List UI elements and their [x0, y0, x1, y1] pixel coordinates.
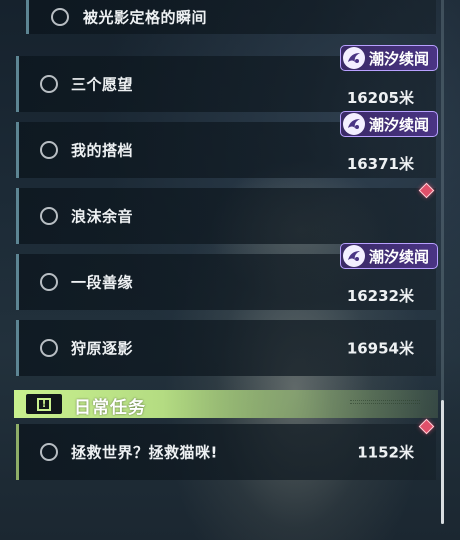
tide-emblem-icon — [343, 113, 365, 135]
quest-distance: 16205米 — [346, 89, 414, 107]
quest-name: 一段善缘 — [71, 273, 134, 292]
quest-row-0[interactable]: 被光影定格的瞬间 — [26, 0, 436, 34]
quest-name: 被光影定格的瞬间 — [83, 8, 208, 27]
status-circle-icon — [51, 8, 69, 26]
status-circle-icon — [40, 273, 58, 291]
tide-event-badge: 潮汐续闻 — [340, 243, 438, 269]
quest-distance: 16232米 — [346, 287, 414, 305]
quest-name: 我的搭档 — [71, 141, 134, 160]
section-title: 日常任务 — [74, 398, 146, 418]
badge-label: 潮汐续闻 — [369, 49, 430, 68]
quest-name: 拯救世界？拯救猫咪! — [71, 443, 218, 462]
status-circle-icon — [40, 141, 58, 159]
quest-distance: 16371米 — [346, 155, 414, 173]
quest-name: 狩原逐影 — [71, 339, 134, 358]
tide-event-badge: 潮汐续闻 — [340, 111, 438, 137]
status-circle-icon — [40, 443, 58, 461]
daily-quests-header[interactable]: ! 日常任务 — [14, 390, 438, 418]
quest-distance: 16954米 — [346, 339, 414, 358]
status-circle-icon — [40, 339, 58, 357]
tide-event-badge: 潮汐续闻 — [340, 45, 438, 71]
quest-row-3[interactable]: 浪沫余音 — [16, 188, 436, 244]
quest-row-5[interactable]: 狩原逐影 16954米 — [16, 320, 436, 376]
header-decoration — [350, 400, 420, 404]
tide-emblem-icon — [343, 245, 365, 267]
daily-quest-row-0[interactable]: 拯救世界？拯救猫咪! 1152米 — [16, 424, 436, 480]
badge-label: 潮汐续闻 — [369, 247, 430, 266]
tide-emblem-icon — [343, 47, 365, 69]
badge-label: 潮汐续闻 — [369, 115, 430, 134]
quest-distance: 1152米 — [357, 443, 414, 462]
status-circle-icon — [40, 75, 58, 93]
status-circle-icon — [40, 207, 58, 225]
quest-name: 三个愿望 — [71, 75, 134, 94]
scrollbar-thumb[interactable] — [441, 400, 444, 524]
quest-name: 浪沫余音 — [71, 207, 134, 226]
exclamation-icon: ! — [26, 394, 62, 414]
